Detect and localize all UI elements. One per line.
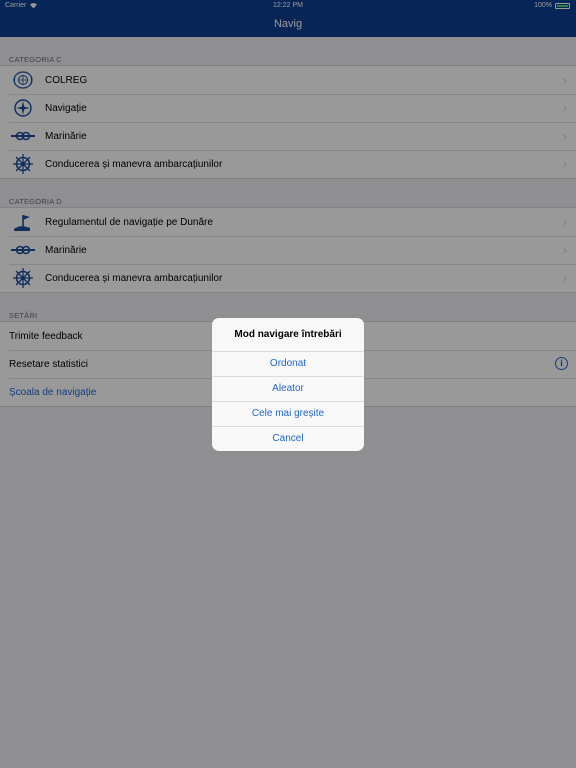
alert-action-cancel[interactable]: Cancel xyxy=(212,426,364,451)
alert-action-cele-mai-gresite[interactable]: Cele mai greșite xyxy=(212,401,364,426)
alert-action-ordonat[interactable]: Ordonat xyxy=(212,351,364,376)
question-mode-alert: Mod navigare întrebări Ordonat Aleator C… xyxy=(212,318,364,451)
alert-title: Mod navigare întrebări xyxy=(234,329,342,340)
alert-action-aleator[interactable]: Aleator xyxy=(212,376,364,401)
